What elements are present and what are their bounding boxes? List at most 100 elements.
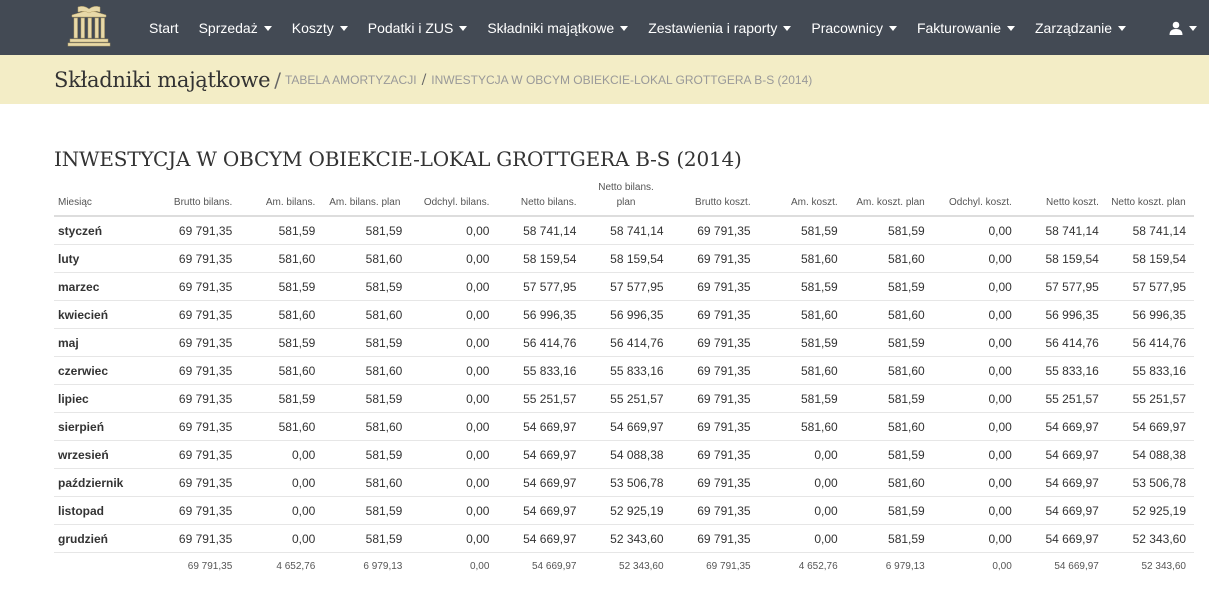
nav-item-label: Zestawienia i raporty — [648, 19, 778, 36]
nav-item-0[interactable]: Start — [139, 0, 189, 55]
value-cell: 581,59 — [845, 496, 933, 525]
chevron-down-icon — [1189, 26, 1197, 31]
value-cell: 581,59 — [758, 384, 846, 413]
nav-item-label: Sprzedaż — [198, 19, 258, 36]
value-cell: 0,00 — [410, 272, 498, 301]
value-cell: 581,59 — [758, 216, 846, 245]
value-cell: 69 791,35 — [143, 412, 241, 441]
value-cell: 54 669,97 — [1019, 468, 1107, 497]
value-cell: 0,00 — [932, 300, 1020, 329]
value-cell: 56 414,76 — [584, 328, 672, 357]
value-cell: 581,60 — [758, 412, 846, 441]
value-cell: 581,59 — [845, 272, 933, 301]
breadcrumb-current: INWESTYCJA W OBCYM OBIEKCIE-LOKAL GROTTG… — [431, 72, 813, 87]
total-cell: 54 669,97 — [1054, 560, 1099, 572]
value-cell: 69 791,35 — [143, 300, 241, 329]
chevron-down-icon — [620, 26, 629, 31]
breadcrumb-separator: / — [421, 71, 427, 88]
nav-item-6[interactable]: Pracownicy — [801, 0, 907, 55]
value-cell: 55 251,57 — [584, 384, 672, 413]
value-cell: 0,00 — [932, 440, 1020, 469]
value-cell: 69 791,35 — [671, 496, 759, 525]
value-cell: 581,59 — [323, 384, 411, 413]
nav-item-4[interactable]: Składniki majątkowe — [477, 0, 638, 55]
value-cell: 52 343,60 — [1106, 524, 1194, 553]
breadcrumb-link-amortization-table[interactable]: TABELA AMORTYZACJI — [285, 73, 417, 87]
total-cell: 52 343,60 — [1141, 560, 1187, 572]
value-cell: 69 791,35 — [143, 356, 241, 385]
value-cell: 69 791,35 — [671, 216, 759, 245]
value-cell: 581,59 — [758, 272, 846, 301]
value-cell: 54 669,97 — [497, 468, 585, 497]
value-cell: 54 088,38 — [1106, 440, 1194, 469]
value-cell: 54 669,97 — [497, 440, 585, 469]
value-cell: 69 791,35 — [143, 384, 241, 413]
month-cell: grudzień — [54, 524, 144, 553]
column-header: Am. koszt. plan — [845, 180, 933, 217]
value-cell: 581,59 — [323, 272, 411, 301]
nav-item-2[interactable]: Koszty — [282, 0, 358, 55]
value-cell: 0,00 — [240, 496, 324, 525]
value-cell: 55 833,16 — [1019, 356, 1107, 385]
value-cell: 581,59 — [240, 328, 324, 357]
value-cell: 581,60 — [240, 356, 324, 385]
value-cell: 54 088,38 — [584, 440, 672, 469]
value-cell: 581,59 — [240, 216, 324, 245]
value-cell: 581,60 — [845, 244, 933, 273]
value-cell: 57 577,95 — [584, 272, 672, 301]
table-row: styczeń 69 791,35 581,59 581,59 0,00 58 741,1… — [54, 216, 1194, 245]
column-header: Netto bilans. plan — [584, 180, 672, 217]
value-cell: 581,59 — [845, 440, 933, 469]
value-cell: 581,59 — [323, 440, 411, 469]
value-cell: 54 669,97 — [1019, 496, 1107, 525]
nav-item-1[interactable]: Sprzedaż — [189, 0, 282, 55]
value-cell: 581,59 — [758, 328, 846, 357]
value-cell: 581,60 — [323, 300, 411, 329]
column-header: Odchyl. bilans. — [410, 180, 498, 217]
value-cell: 0,00 — [410, 412, 498, 441]
value-cell: 58 159,54 — [497, 244, 585, 273]
value-cell: 58 741,14 — [1019, 216, 1107, 245]
value-cell: 581,60 — [240, 300, 324, 329]
value-cell: 56 996,35 — [1106, 300, 1194, 329]
value-cell: 0,00 — [410, 356, 498, 385]
table-row: kwiecień 69 791,35 581,60 581,60 0,00 56 996,… — [54, 300, 1194, 329]
table-row: lipiec 69 791,35 581,59 581,59 0,00 55 251,57… — [54, 384, 1194, 413]
value-cell: 69 791,35 — [671, 328, 759, 357]
value-cell: 53 506,78 — [1106, 468, 1194, 497]
column-header: Netto koszt. plan — [1106, 180, 1194, 217]
chevron-down-icon — [263, 26, 272, 31]
value-cell: 0,00 — [932, 328, 1020, 357]
section-title: Składniki majątkowe — [54, 67, 271, 92]
value-cell: 581,60 — [845, 468, 933, 497]
nav-item-label: Fakturowanie — [916, 19, 1001, 36]
value-cell: 69 791,35 — [671, 356, 759, 385]
value-cell: 69 791,35 — [671, 412, 759, 441]
breadcrumb: Składniki majątkowe / TABELA AMORTYZACJI… — [0, 55, 1209, 104]
nav-item-3[interactable]: Podatki i ZUS — [358, 0, 478, 55]
nav-item-7[interactable]: Fakturowanie — [907, 0, 1025, 55]
value-cell: 0,00 — [410, 496, 498, 525]
value-cell: 581,59 — [323, 216, 411, 245]
month-cell: listopad — [54, 496, 144, 525]
nav-item-5[interactable]: Zestawienia i raporty — [638, 0, 801, 55]
library-logo-icon[interactable] — [64, 4, 114, 48]
value-cell: 54 669,97 — [497, 496, 585, 525]
value-cell: 0,00 — [932, 412, 1020, 441]
value-cell: 69 791,35 — [143, 216, 241, 245]
chevron-down-icon — [1118, 26, 1127, 31]
value-cell: 69 791,35 — [143, 524, 241, 553]
column-header: Am. bilans. — [240, 180, 324, 217]
value-cell: 0,00 — [410, 328, 498, 357]
column-header: Am. bilans. plan — [323, 180, 411, 217]
value-cell: 58 159,54 — [584, 244, 672, 273]
user-menu[interactable] — [1169, 0, 1197, 55]
value-cell: 55 833,16 — [1106, 356, 1194, 385]
value-cell: 581,60 — [323, 356, 411, 385]
value-cell: 0,00 — [410, 384, 498, 413]
value-cell: 55 251,57 — [497, 384, 585, 413]
nav-item-8[interactable]: Zarządzanie — [1025, 0, 1136, 55]
column-header: Miesiąc — [54, 180, 144, 217]
value-cell: 0,00 — [932, 272, 1020, 301]
value-cell: 58 741,14 — [584, 216, 672, 245]
